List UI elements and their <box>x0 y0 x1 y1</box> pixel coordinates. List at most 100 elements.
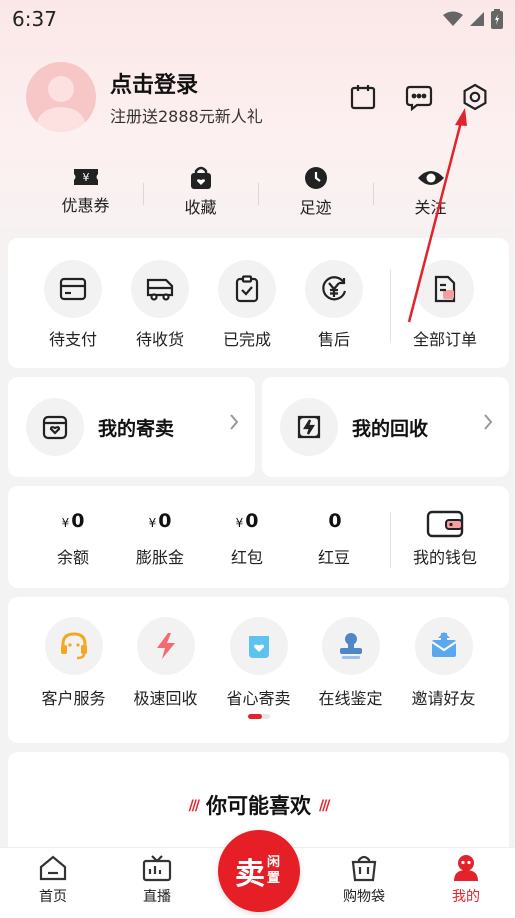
wallet-label: 我的钱包 <box>412 548 477 567</box>
calendar-button[interactable] <box>348 82 378 112</box>
avatar[interactable] <box>26 62 96 132</box>
service-invite-friends[interactable]: 邀请好友 <box>396 617 491 709</box>
lightning-icon <box>156 633 175 659</box>
tab-shopping-bag[interactable]: 购物袋 <box>324 854 404 906</box>
services-card: 客户服务 极速回收 省心寄卖 在线鉴定 邀请好友 <box>8 597 509 743</box>
order-all[interactable]: 全部订单 <box>401 260 489 350</box>
truck-icon <box>146 278 174 301</box>
sell-idle-button[interactable]: 卖 闲置 <box>218 830 300 912</box>
order-label: 待收货 <box>135 330 184 349</box>
service-easy-consign[interactable]: 省心寄卖 <box>211 617 306 709</box>
signal-icon <box>470 12 484 26</box>
my-consignment-card[interactable]: 我的寄卖 <box>8 377 255 477</box>
chevron-right-icon <box>230 414 239 430</box>
home-icon <box>39 855 67 881</box>
service-customer[interactable]: 客户服务 <box>26 617 121 709</box>
quick-item-label: 收藏 <box>184 198 217 217</box>
order-label: 全部订单 <box>412 330 477 349</box>
wallet-label: 膨胀金 <box>135 548 184 567</box>
svg-text:¥: ¥ <box>82 171 89 184</box>
document-icon <box>434 275 456 303</box>
sell-sub-label: 闲置 <box>267 855 281 886</box>
quick-item-label: 足迹 <box>299 198 332 217</box>
tv-icon <box>142 855 172 882</box>
tab-home[interactable]: 首页 <box>13 854 93 906</box>
message-icon <box>405 85 433 111</box>
wallet-value: 0 <box>71 510 85 532</box>
wallet-bonus[interactable]: ¥0 膨胀金 <box>116 510 204 568</box>
order-label: 售后 <box>317 330 350 349</box>
headset-icon <box>60 632 87 660</box>
order-pending-payment[interactable]: 待支付 <box>29 260 117 350</box>
wallet-balance[interactable]: ¥0 余额 <box>29 510 117 568</box>
service-online-appraisal[interactable]: 在线鉴定 <box>303 617 398 709</box>
tab-label: 直播 <box>143 889 171 905</box>
clipboard-check-icon <box>235 275 259 303</box>
status-bar: 6:37 <box>0 0 515 38</box>
quick-item-label: 优惠券 <box>61 196 110 215</box>
wallet-red-packet[interactable]: ¥0 红包 <box>203 510 291 568</box>
wallet-label: 红包 <box>230 548 263 567</box>
wallet-icon <box>426 510 464 538</box>
currency-symbol: ¥ <box>61 516 70 530</box>
settings-icon <box>463 83 487 111</box>
status-icons <box>443 9 503 29</box>
quick-item-footprint[interactable]: 足迹 <box>258 166 373 218</box>
heart-bag-icon <box>248 636 269 658</box>
wallet-label: 余额 <box>56 548 89 567</box>
orders-card: 待支付 待收货 已完成 售后 全部订单 <box>8 238 509 368</box>
profile-login[interactable]: 点击登录 注册送2888元新人礼 <box>26 62 263 132</box>
my-recycle-card[interactable]: 我的回收 <box>262 377 509 477</box>
wallet-red-beans[interactable]: 0 红豆 <box>290 510 378 568</box>
divider <box>373 183 374 205</box>
invite-mail-icon <box>430 632 457 657</box>
battery-icon <box>491 9 503 29</box>
order-pending-receipt[interactable]: 待收货 <box>116 260 204 350</box>
quick-item-favorites[interactable]: 收藏 <box>143 166 258 218</box>
wallet-label: 红豆 <box>317 548 350 567</box>
tab-live[interactable]: 直播 <box>117 854 197 906</box>
service-fast-recycle[interactable]: 极速回收 <box>118 617 213 709</box>
service-label: 客户服务 <box>41 689 106 708</box>
message-button[interactable] <box>404 82 434 112</box>
quick-item-label: 关注 <box>414 198 447 217</box>
service-label: 在线鉴定 <box>318 689 383 708</box>
order-after-sale[interactable]: 售后 <box>290 260 378 350</box>
clock-icon <box>304 167 327 189</box>
currency-symbol: ¥ <box>148 516 157 530</box>
status-time: 6:37 <box>12 7 57 31</box>
wallet-value: 0 <box>328 510 342 532</box>
recommend-title: 你可能喜欢 <box>206 794 311 818</box>
tab-mine[interactable]: 我的 <box>426 854 506 906</box>
coupon-icon: ¥ <box>73 169 98 185</box>
login-title[interactable]: 点击登录 <box>110 67 263 99</box>
avatar-placeholder-icon <box>37 76 85 132</box>
top-actions <box>348 82 490 112</box>
profile-icon <box>454 855 478 881</box>
sell-label: 卖 <box>235 857 265 892</box>
divider <box>390 270 391 342</box>
tab-label: 购物袋 <box>343 889 385 905</box>
my-wallet-button[interactable]: 我的钱包 <box>401 510 489 568</box>
settings-button[interactable] <box>460 82 490 112</box>
login-subtitle: 注册送2888元新人礼 <box>110 107 263 126</box>
tab-label: 首页 <box>39 889 67 905</box>
recommend-title-row: /// 你可能喜欢 /// <box>8 790 509 820</box>
order-label: 待支付 <box>48 330 97 349</box>
quick-item-follow[interactable]: 关注 <box>373 166 488 218</box>
page-indicator <box>248 714 270 719</box>
service-label: 邀请好友 <box>411 689 476 708</box>
wifi-icon <box>443 11 463 26</box>
divider <box>390 512 391 568</box>
order-completed[interactable]: 已完成 <box>203 260 291 350</box>
service-label: 省心寄卖 <box>226 689 291 708</box>
eye-icon <box>417 171 444 185</box>
recycle-title: 我的回收 <box>352 417 429 440</box>
calendar-icon <box>350 85 376 110</box>
quick-item-coupon[interactable]: ¥ 优惠券 <box>28 166 143 218</box>
order-label: 已完成 <box>222 330 271 349</box>
yen-refresh-icon <box>322 276 347 301</box>
wallet-value: 0 <box>245 510 259 532</box>
wallet-value: 0 <box>158 510 172 532</box>
shopping-bag-icon <box>351 855 377 882</box>
